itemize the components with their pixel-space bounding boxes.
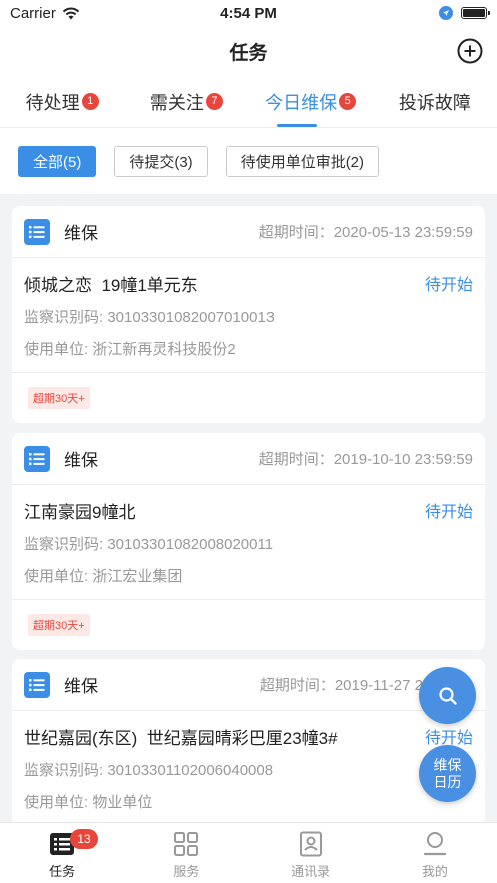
card-type: 维保 — [64, 677, 98, 696]
card-footer: 超期30天+ — [12, 373, 485, 423]
search-icon — [438, 686, 457, 705]
tab-label: 投诉故障 — [398, 92, 471, 113]
location-icon — [439, 6, 453, 20]
status-left: Carrier — [10, 5, 80, 22]
list-icon — [24, 671, 50, 698]
filter-bar: 全部(5) 待提交(3) 待使用单位审批(2) — [0, 128, 497, 194]
filter-awaiting-approval[interactable]: 待使用单位审批(2) — [225, 145, 380, 177]
page-title: 任务 — [229, 42, 268, 64]
tab-label: 待处理 — [25, 92, 80, 113]
card-status: 待开始 — [424, 504, 473, 521]
battery-icon — [461, 7, 490, 19]
grid-icon — [174, 832, 199, 856]
tabbar-item-contacts[interactable]: 通讯录 — [249, 823, 373, 883]
task-tabs: 待处理 1 需关注 7 今日维保 5 投诉故障 — [0, 76, 497, 128]
tab-today-maintenance[interactable]: 今日维保 5 — [249, 76, 373, 127]
contacts-icon — [299, 831, 322, 857]
maintenance-calendar-button[interactable]: 维保 日历 — [419, 745, 476, 802]
filter-to-submit[interactable]: 待提交(3) — [114, 145, 208, 177]
card-deadline: 超期时间：2019-10-10 23:59:59 — [258, 451, 473, 468]
tab-badge: 5 — [339, 93, 357, 110]
status-bar: Carrier 4:54 PM — [0, 0, 497, 26]
card-unit: 使用单位: 浙江宏业集团 — [24, 568, 183, 585]
card-footer: 超期30天+ — [12, 600, 485, 650]
add-icon[interactable] — [457, 38, 483, 64]
task-card[interactable]: 维保 超期时间：2019-11-27 23:59:59 世纪嘉园(东区) 世纪嘉… — [12, 659, 485, 822]
card-header: 维保 超期时间：2019-11-27 23:59:59 — [12, 659, 485, 711]
card-address: 世纪嘉园(东区) 世纪嘉园晴彩巴厘23幢3# — [24, 728, 338, 748]
tabbar-label: 我的 — [421, 864, 448, 879]
card-address: 江南豪园9幢北 — [24, 502, 136, 522]
card-code: 监察识别码: 30103301082008020011 — [24, 536, 274, 553]
search-button[interactable] — [419, 667, 476, 724]
tabbar-label: 通讯录 — [291, 864, 331, 879]
tab-label: 今日维保 — [265, 92, 338, 113]
filter-all[interactable]: 全部(5) — [18, 145, 97, 177]
card-header: 维保 超期时间：2019-10-10 23:59:59 — [12, 433, 485, 485]
tabbar-item-services[interactable]: 服务 — [124, 823, 248, 883]
tab-pending[interactable]: 待处理 1 — [0, 76, 124, 127]
tabbar-item-tasks[interactable]: 13 任务 — [0, 823, 124, 883]
tab-label: 需关注 — [149, 92, 204, 113]
status-right — [439, 6, 490, 20]
tabbar-item-profile[interactable]: 我的 — [373, 823, 497, 883]
tab-badge: 1 — [81, 93, 99, 110]
task-card[interactable]: 维保 超期时间：2020-05-13 23:59:59 倾城之恋 19幢1单元东… — [12, 206, 485, 423]
tabbar-label: 服务 — [173, 864, 200, 879]
card-deadline: 超期时间：2020-05-13 23:59:59 — [258, 224, 473, 241]
card-code: 监察识别码: 30103301102006040008 — [24, 762, 274, 779]
tab-complaints[interactable]: 投诉故障 — [373, 76, 497, 127]
tabbar-label: 任务 — [49, 864, 76, 879]
overdue-tag: 超期30天+ — [28, 614, 90, 636]
card-body: 江南豪园9幢北 待开始 监察识别码: 30103301082008020011 … — [12, 485, 485, 600]
card-body: 世纪嘉园(东区) 世纪嘉园晴彩巴厘23幢3# 待开始 监察识别码: 301033… — [12, 711, 485, 822]
card-header: 维保 超期时间：2020-05-13 23:59:59 — [12, 206, 485, 258]
card-type: 维保 — [64, 451, 98, 470]
calendar-label-line2: 日历 — [433, 773, 462, 790]
card-body: 倾城之恋 19幢1单元东 待开始 监察识别码: 3010330108200701… — [12, 258, 485, 373]
tab-badge: 7 — [205, 93, 223, 110]
card-code: 监察识别码: 3010330108200701001З — [24, 309, 275, 326]
task-list[interactable]: 维保 超期时间：2020-05-13 23:59:59 倾城之恋 19幢1单元东… — [0, 194, 497, 822]
nav-bar: 任务 — [0, 26, 497, 76]
tabbar-badge: 13 — [70, 829, 98, 849]
carrier-label: Carrier — [10, 4, 56, 22]
list-icon — [24, 445, 50, 472]
card-unit: 使用单位: 物业单位 — [24, 794, 153, 811]
calendar-label-line1: 维保 — [433, 756, 462, 773]
card-address: 倾城之恋 19幢1单元东 — [24, 275, 198, 295]
person-icon — [423, 832, 446, 856]
task-card[interactable]: 维保 超期时间：2019-10-10 23:59:59 江南豪园9幢北 待开始 … — [12, 433, 485, 650]
list-icon — [24, 218, 50, 245]
card-status: 待开始 — [424, 277, 473, 294]
tab-attention[interactable]: 需关注 7 — [124, 76, 248, 127]
card-unit: 使用单位: 浙江新再灵科技股份2 — [24, 341, 236, 358]
bottom-tab-bar: 13 任务 服务 通讯录 我的 — [0, 822, 497, 883]
card-type: 维保 — [64, 224, 98, 243]
overdue-tag: 超期30天+ — [28, 387, 90, 409]
wifi-icon — [62, 6, 80, 19]
